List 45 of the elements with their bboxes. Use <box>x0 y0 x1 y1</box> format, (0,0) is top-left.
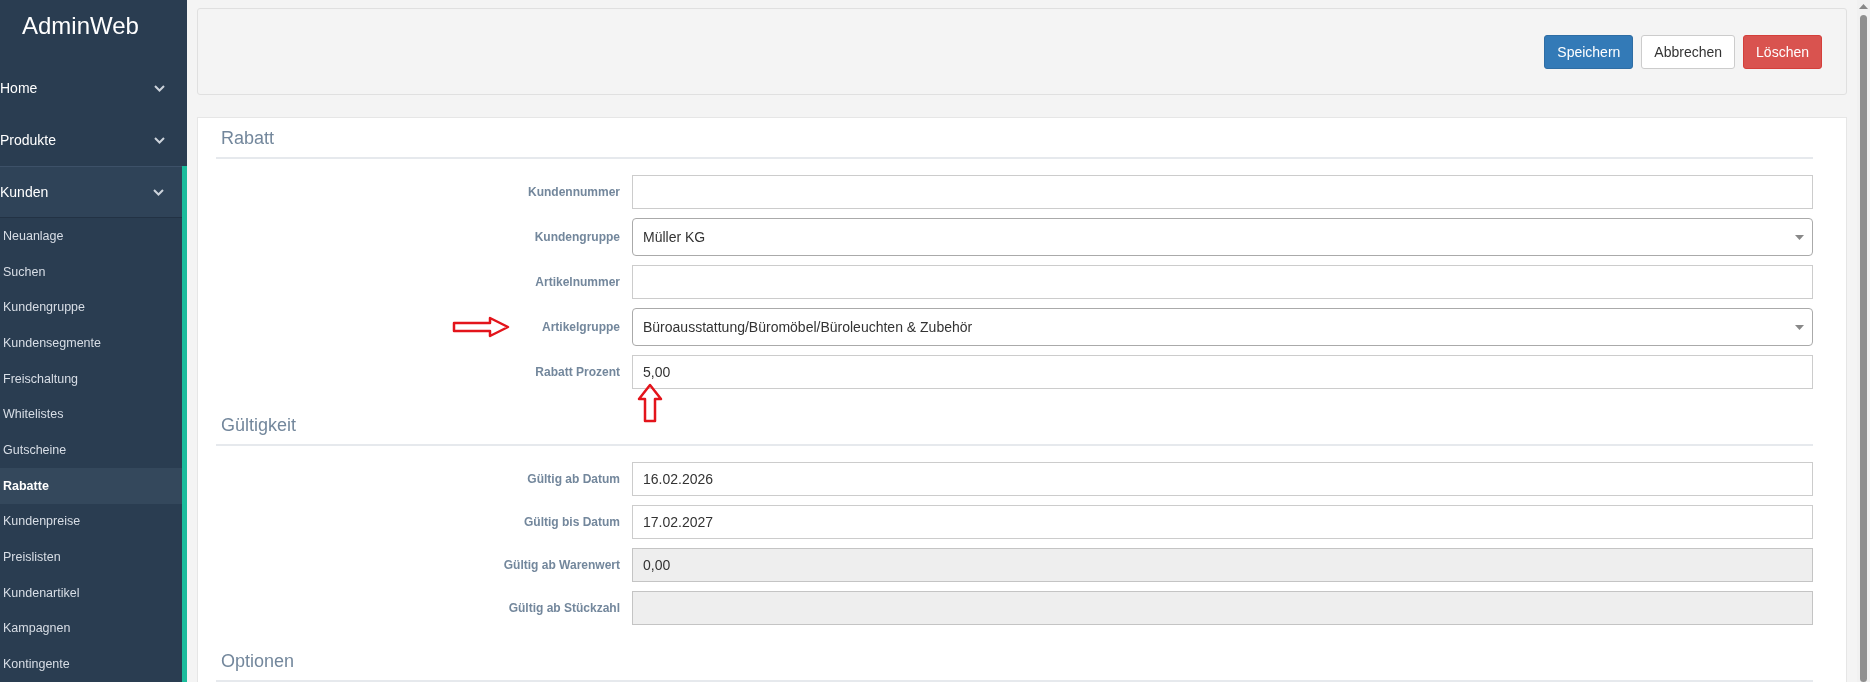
sidebar-subitem[interactable]: Kundengruppe <box>0 289 182 326</box>
select-field[interactable]: Büroausstattung/Büromöbel/Büroleuchten & Zubehör <box>632 308 1813 346</box>
toolbar-button[interactable]: Speichern <box>1544 34 1634 69</box>
chevron-down-icon <box>153 188 164 196</box>
section-title: Optionen <box>216 641 1813 682</box>
scroll-up-icon[interactable] <box>1859 4 1868 9</box>
sidebar-subitem[interactable]: Kundensegmente <box>0 325 182 361</box>
select-field[interactable]: Müller KG <box>632 218 1813 256</box>
field-label: Gültig ab Datum <box>527 472 620 486</box>
input-field[interactable] <box>632 175 1813 209</box>
sidebar-subitem[interactable]: Preislisten <box>0 539 182 575</box>
sidebar-subitem[interactable]: Whitelistes <box>0 396 182 433</box>
sidebar-subitem[interactable]: Kampagnen <box>0 610 182 647</box>
field-label: Kundengruppe <box>534 230 620 244</box>
field-label: Artikelgruppe <box>542 320 620 334</box>
caret-icon <box>1795 324 1804 330</box>
section-title: Gültigkeit <box>216 405 1813 446</box>
brand-title: AdminWeb <box>21 11 140 41</box>
field-label: Artikelnummer <box>535 275 620 289</box>
field-label: Kundennummer <box>528 185 620 199</box>
input-field[interactable]: 5,00 <box>632 355 1813 389</box>
sidebar-subitem[interactable]: Freischaltung <box>0 360 182 397</box>
sidebar-subitem[interactable]: Gutscheine <box>0 432 182 468</box>
sidebar-subitem[interactable]: Suchen <box>0 253 182 290</box>
sidebar-menu-item[interactable]: Kunden <box>0 166 182 219</box>
sidebar-subitem[interactable]: Kundenpreise <box>0 503 182 540</box>
field-label: Gültig bis Datum <box>524 515 620 529</box>
field-label: Gültig ab Warenwert <box>503 558 620 572</box>
chevron-down-icon <box>154 136 165 144</box>
toolbar-button[interactable]: Abbrechen <box>1641 34 1736 69</box>
sidebar-menu-item[interactable]: Home <box>0 62 187 115</box>
sidebar-subitem[interactable]: Rabatte <box>0 467 182 504</box>
input-field[interactable]: 16.02.2026 <box>632 462 1813 496</box>
sidebar-subitem[interactable]: Kontingente <box>0 646 182 682</box>
sidebar-subitem[interactable]: Neuanlage <box>0 218 182 254</box>
input-field[interactable] <box>632 265 1813 299</box>
sidebar-menu-item[interactable]: Produkte <box>0 114 187 167</box>
field-label: Gültig ab Stückzahl <box>508 601 620 615</box>
section-title: Rabatt <box>216 118 1813 159</box>
sidebar-subitem[interactable]: Kundenartikel <box>0 574 182 611</box>
field-label: Rabatt Prozent <box>535 365 620 379</box>
toolbar-button[interactable]: Löschen <box>1743 34 1822 69</box>
chevron-down-icon <box>154 84 165 92</box>
caret-icon <box>1795 234 1804 240</box>
input-field[interactable]: 17.02.2027 <box>632 505 1813 539</box>
